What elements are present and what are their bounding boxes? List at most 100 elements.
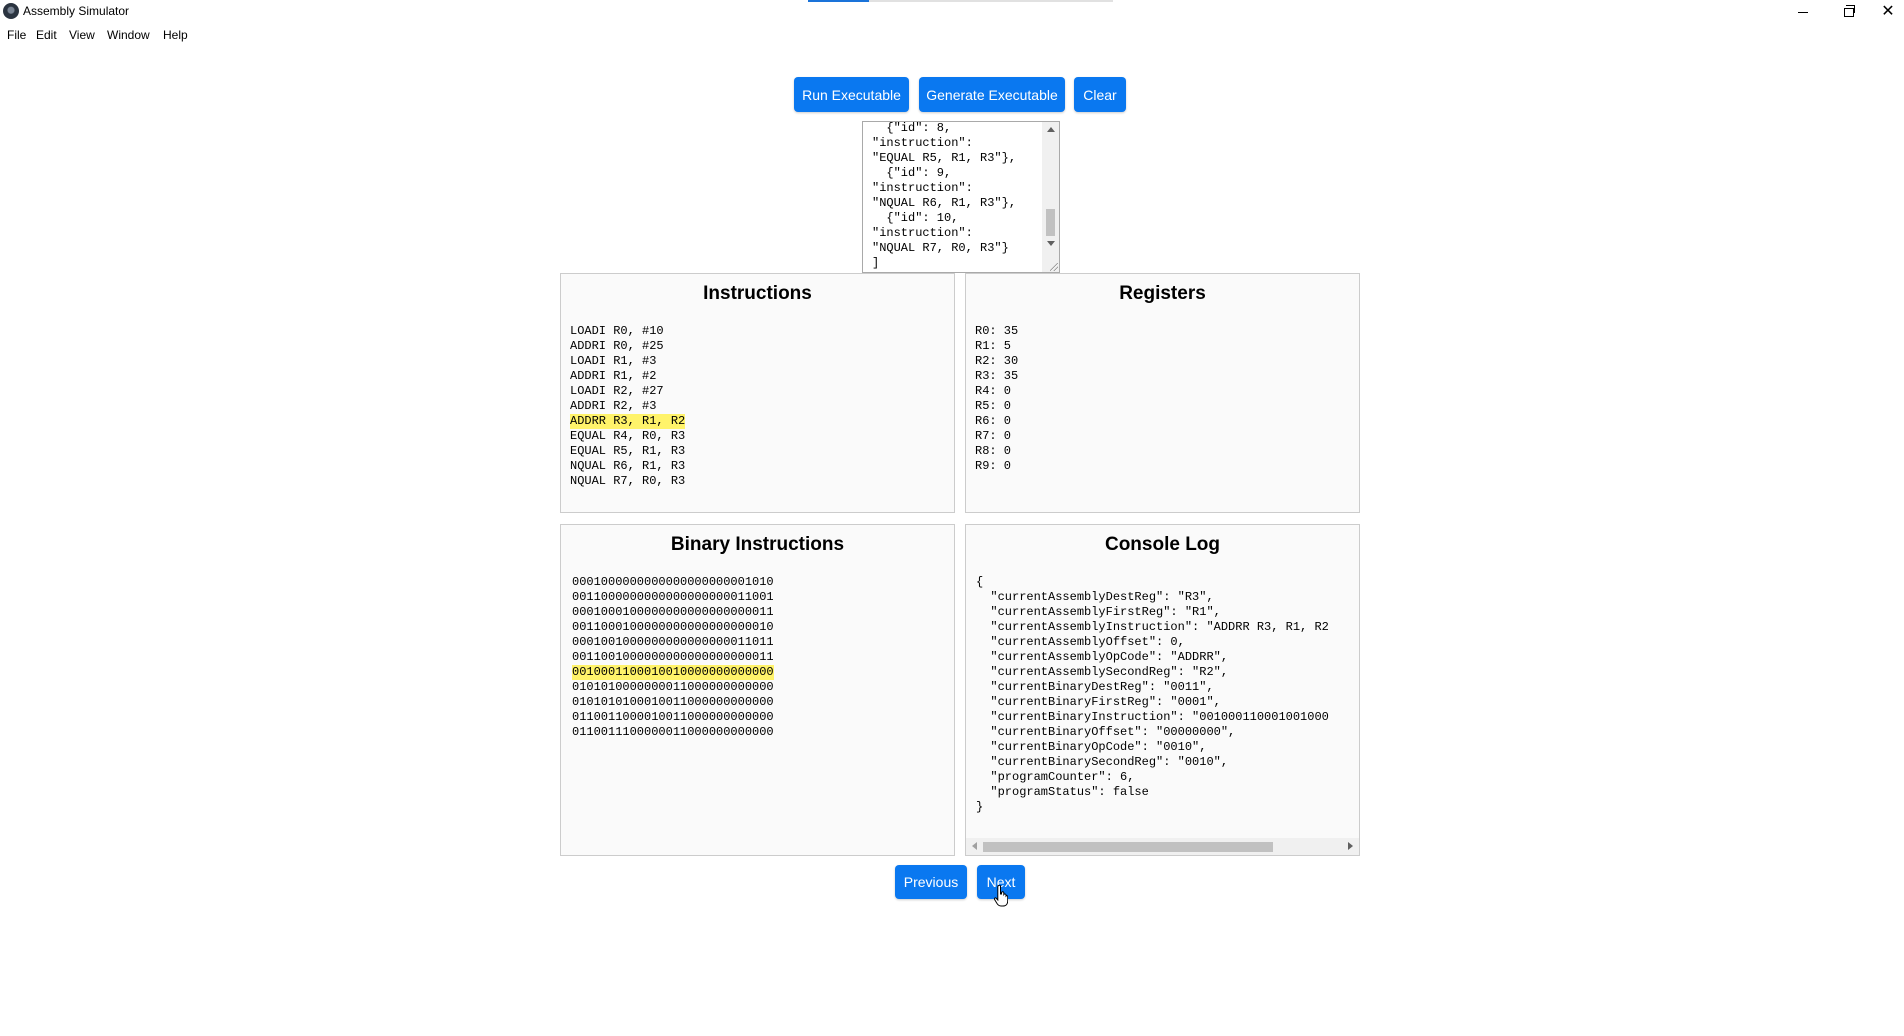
- register-line-text: R0: 35: [975, 324, 1019, 338]
- register-line-text: R7: 0: [975, 429, 1012, 443]
- menu-view[interactable]: View: [69, 28, 95, 42]
- register-line: R3: 35: [975, 369, 1018, 384]
- instruction-line-text: EQUAL R4, R0, R3: [570, 429, 686, 443]
- binary-instruction-line: 0011001000000000000000000011: [572, 650, 774, 665]
- register-line: R4: 0: [975, 384, 1018, 399]
- minimize-button[interactable]: [1780, 0, 1826, 24]
- instructions-title: Instructions: [703, 283, 812, 304]
- binary-instructions-list: 0001000000000000000000001010 001100000000…: [572, 575, 774, 740]
- registers-title: Registers: [1119, 283, 1206, 304]
- registers-list: R0: 35 R1: 5 R2: 30 R3: 35 R4: 0 R5: 0 R6: 0 R7…: [975, 324, 1018, 474]
- instruction-line: NQUAL R7, R0, R3: [570, 474, 685, 489]
- json-line: "instruction":: [872, 136, 973, 150]
- register-line: R7: 0: [975, 429, 1018, 444]
- console-horizontal-scrollbar[interactable]: [966, 838, 1359, 855]
- previous-button[interactable]: Previous: [895, 865, 967, 899]
- binary-instruction-line-text: 0001000000000000000000001010: [572, 575, 774, 589]
- binary-instruction-line-text: 0011001000000000000000000011: [572, 650, 774, 664]
- generate-executable-button[interactable]: Generate Executable: [919, 77, 1065, 112]
- binary-instruction-line-text: 0110011000010011000000000000: [572, 710, 774, 724]
- instruction-line-text: NQUAL R7, R0, R3: [570, 474, 686, 488]
- binary-instruction-line-text: 0101010100010011000000000000: [572, 695, 774, 709]
- binary-instructions-title: Binary Instructions: [670, 534, 845, 555]
- scroll-left-icon[interactable]: [972, 842, 977, 850]
- console-line: "currentAssemblyDestReg": "R3",: [976, 590, 1214, 604]
- console-scroll-thumb[interactable]: [983, 842, 1273, 852]
- console-log-panel: Console Log { "currentAssemblyDestReg": …: [965, 524, 1360, 856]
- register-line-text: R5: 0: [975, 399, 1012, 413]
- instruction-line-text: EQUAL R5, R1, R3: [570, 444, 686, 458]
- console-line: "currentAssemblySecondReg": "R2",: [976, 665, 1229, 679]
- register-line: R1: 5: [975, 339, 1018, 354]
- register-line: R9: 0: [975, 459, 1018, 474]
- json-line: "NQUAL R6, R1, R3"},: [872, 196, 1017, 210]
- json-line: {"id": 8,: [872, 121, 952, 135]
- register-line-text: R3: 35: [975, 369, 1019, 383]
- register-line: R8: 0: [975, 444, 1018, 459]
- binary-instruction-line-text: 0110011100000011000000000000: [572, 725, 774, 739]
- hand-cursor-icon: [994, 885, 1008, 907]
- register-line: R6: 0: [975, 414, 1018, 429]
- json-line: ]: [872, 256, 880, 270]
- json-line: {"id": 10,: [872, 211, 959, 225]
- json-line: "instruction":: [872, 226, 973, 240]
- binary-instruction-line: 0011000000000000000000011001: [572, 590, 774, 605]
- console-line: "currentBinaryOffset": "00000000",: [976, 725, 1236, 739]
- binary-instruction-line: 0101010000000011000000000000: [572, 680, 774, 695]
- instruction-line: EQUAL R5, R1, R3: [570, 444, 685, 459]
- binary-instruction-line-text: 0001000100000000000000000011: [572, 605, 774, 619]
- maximize-button[interactable]: [1826, 0, 1872, 24]
- registers-panel: Registers R0: 35 R1: 5 R2: 30 R3: 35 R4: 0 R5…: [965, 273, 1360, 513]
- scroll-right-icon[interactable]: [1348, 842, 1353, 850]
- binary-instruction-line: 0011000100000000000000000010: [572, 620, 774, 635]
- console-line: "currentBinaryFirstReg": "0001",: [976, 695, 1221, 709]
- json-line: {"id": 9,: [872, 166, 952, 180]
- json-line: "EQUAL R5, R1, R3"},: [872, 151, 1017, 165]
- register-line-text: R9: 0: [975, 459, 1012, 473]
- register-line: R0: 35: [975, 324, 1018, 339]
- json-input-scrollbar[interactable]: [1042, 122, 1059, 272]
- binary-instruction-line-text: 0011000000000000000000011001: [572, 590, 774, 604]
- instruction-line-text: ADDRI R2, #3: [570, 399, 657, 413]
- binary-instruction-line-text: 0011000100000000000000000010: [572, 620, 774, 634]
- menu-help[interactable]: Help: [163, 28, 188, 42]
- scroll-down-icon[interactable]: [1047, 241, 1055, 246]
- binary-instruction-line: 0110011000010011000000000000: [572, 710, 774, 725]
- loading-progress-bar: [808, 0, 1113, 2]
- binary-instruction-line: 0001000000000000000000001010: [572, 575, 774, 590]
- instruction-line-text: ADDRI R1, #2: [570, 369, 657, 383]
- binary-instruction-line-text: 0101010000000011000000000000: [572, 680, 774, 694]
- instruction-line: EQUAL R4, R0, R3: [570, 429, 685, 444]
- menu-file[interactable]: File: [7, 28, 26, 42]
- close-button[interactable]: ✕: [1872, 0, 1904, 24]
- instruction-line: ADDRI R2, #3: [570, 399, 685, 414]
- menu-edit[interactable]: Edit: [36, 28, 57, 42]
- console-line: "currentBinarySecondReg": "0010",: [976, 755, 1229, 769]
- console-line: "currentBinaryOpCode": "0010",: [976, 740, 1207, 754]
- instructions-list: LOADI R0, #10 ADDRI R0, #25 LOADI R1, #3 AD…: [570, 324, 686, 489]
- instruction-line-text: NQUAL R6, R1, R3: [570, 459, 686, 473]
- console-log-output: { "currentAssemblyDestReg": "R3", "curre…: [976, 575, 1329, 815]
- instruction-line-text: ADDRI R0, #25: [570, 339, 664, 353]
- clear-button[interactable]: Clear: [1074, 77, 1126, 112]
- run-executable-button[interactable]: Run Executable: [794, 77, 909, 112]
- program-json-input[interactable]: {"id": 8, "instruction": "EQUAL R5, R1, R3…: [862, 121, 1060, 273]
- console-line: "currentAssemblyFirstReg": "R1",: [976, 605, 1221, 619]
- register-line-text: R8: 0: [975, 444, 1012, 458]
- json-line: "NQUAL R7, R0, R3"}: [872, 241, 1009, 255]
- console-line: "programCounter": 6,: [976, 770, 1135, 784]
- console-line: "currentBinaryDestReg": "0011",: [976, 680, 1214, 694]
- json-line: "instruction":: [872, 181, 973, 195]
- resize-grip-icon[interactable]: [1050, 263, 1058, 271]
- window-title: Assembly Simulator: [23, 4, 130, 18]
- binary-instruction-line: 0001001000000000000000011011: [572, 635, 774, 650]
- scroll-up-icon[interactable]: [1047, 127, 1055, 132]
- console-line: "currentAssemblyOpCode": "ADDRR",: [976, 650, 1229, 664]
- restore-icon: [1844, 4, 1855, 17]
- scroll-thumb[interactable]: [1046, 209, 1055, 236]
- register-line-text: R2: 30: [975, 354, 1019, 368]
- register-line-text: R6: 0: [975, 414, 1012, 428]
- menu-window[interactable]: Window: [107, 28, 150, 42]
- console-line: "currentAssemblyInstruction": "ADDRR R3,…: [976, 620, 1329, 634]
- instruction-line: LOADI R2, #27: [570, 384, 685, 399]
